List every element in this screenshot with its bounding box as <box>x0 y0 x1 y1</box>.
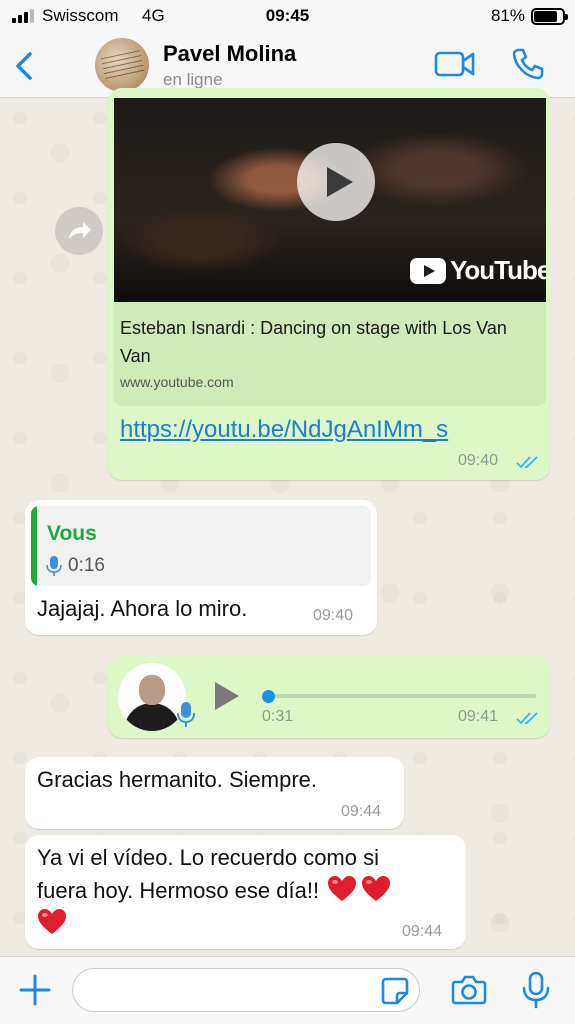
contact-avatar[interactable] <box>95 38 149 92</box>
message-text: Gracias hermanito. Siempre. <box>37 767 317 792</box>
camera-button[interactable] <box>451 974 487 1006</box>
link-preview-domain: www.youtube.com <box>120 374 234 390</box>
message-text-line-2-text: fuera hoy. Hermoso ese día!! <box>37 878 320 903</box>
message-link[interactable]: https://youtu.be/NdJgAnIMm_s <box>120 416 448 444</box>
forward-button[interactable] <box>55 207 103 255</box>
battery-fill <box>534 11 557 22</box>
message-bubble[interactable]: Ya vi el vídeo. Lo recuerdo como si fuer… <box>25 835 466 949</box>
message-reply[interactable]: Vous 0:16 Jajajaj. Ahora lo miro. 09:40 <box>25 500 377 635</box>
youtube-logo-text: YouTube <box>450 255 546 285</box>
message-text: Jajajaj. Ahora lo miro. <box>37 596 248 621</box>
video-camera-icon <box>434 51 475 77</box>
sticker-icon <box>381 977 409 1005</box>
quote-author: Vous <box>47 522 97 545</box>
red-heart-icon <box>362 876 391 901</box>
message-time: 09:44 <box>341 803 382 820</box>
play-icon[interactable] <box>297 143 375 221</box>
phone-call-button[interactable] <box>510 46 546 82</box>
quoted-message[interactable]: Vous 0:16 <box>31 506 371 586</box>
double-check-read-icon <box>516 456 538 469</box>
youtube-logo: YouTube <box>410 255 546 286</box>
battery-icon <box>531 8 568 25</box>
message-input[interactable] <box>72 968 420 1012</box>
status-bar: Swisscom 4G 09:45 81% <box>0 0 575 32</box>
message-time: 09:40 <box>458 452 499 469</box>
voice-progress-track[interactable] <box>266 694 536 698</box>
message-text-line-1: Ya vi el vídeo. Lo recuerdo como si <box>37 845 379 870</box>
contact-status: en ligne <box>163 70 223 89</box>
message-time: 09:44 <box>402 923 443 940</box>
phone-icon <box>512 48 544 80</box>
chevron-left-icon <box>16 52 32 80</box>
plus-icon <box>19 974 51 1006</box>
message-time: 09:40 <box>313 607 354 624</box>
quote-duration: 0:16 <box>68 555 105 576</box>
attach-button[interactable] <box>18 973 52 1007</box>
message-composer <box>0 956 575 1024</box>
link-preview-title: Esteban Isnardi : Dancing on stage with … <box>120 318 507 366</box>
back-button[interactable] <box>10 46 40 86</box>
message-link-preview[interactable]: YouTube Esteban Isnardi : Dancing on sta… <box>108 88 550 480</box>
message-bubble[interactable]: Gracias hermanito. Siempre. 09:44 <box>25 757 404 829</box>
message-text-line-2: fuera hoy. Hermoso ese día!! <box>37 874 391 907</box>
voice-record-button[interactable] <box>521 971 551 1009</box>
message-voice[interactable]: 0:31 09:41 <box>108 656 550 738</box>
forward-arrow-icon <box>69 222 91 239</box>
message-text-line-3 <box>37 907 67 940</box>
camera-icon <box>451 975 487 1005</box>
battery-percent: 81% <box>490 6 525 25</box>
video-call-button[interactable] <box>434 49 476 79</box>
voice-scrubber[interactable] <box>262 690 275 703</box>
double-check-read-icon <box>516 712 538 725</box>
voice-play-button[interactable] <box>215 682 241 710</box>
status-time: 09:45 <box>265 6 310 25</box>
contact-name[interactable]: Pavel Molina <box>163 41 296 67</box>
message-time: 09:41 <box>458 708 499 725</box>
microphone-icon <box>177 702 195 727</box>
red-heart-icon <box>328 876 357 901</box>
microphone-icon <box>46 556 62 576</box>
red-heart-icon <box>38 909 66 934</box>
youtube-play-badge-icon <box>410 257 446 284</box>
video-thumbnail[interactable]: YouTube <box>114 98 546 302</box>
voice-duration: 0:31 <box>262 708 294 725</box>
sticker-button[interactable] <box>380 976 410 1006</box>
microphone-icon <box>522 971 550 1009</box>
